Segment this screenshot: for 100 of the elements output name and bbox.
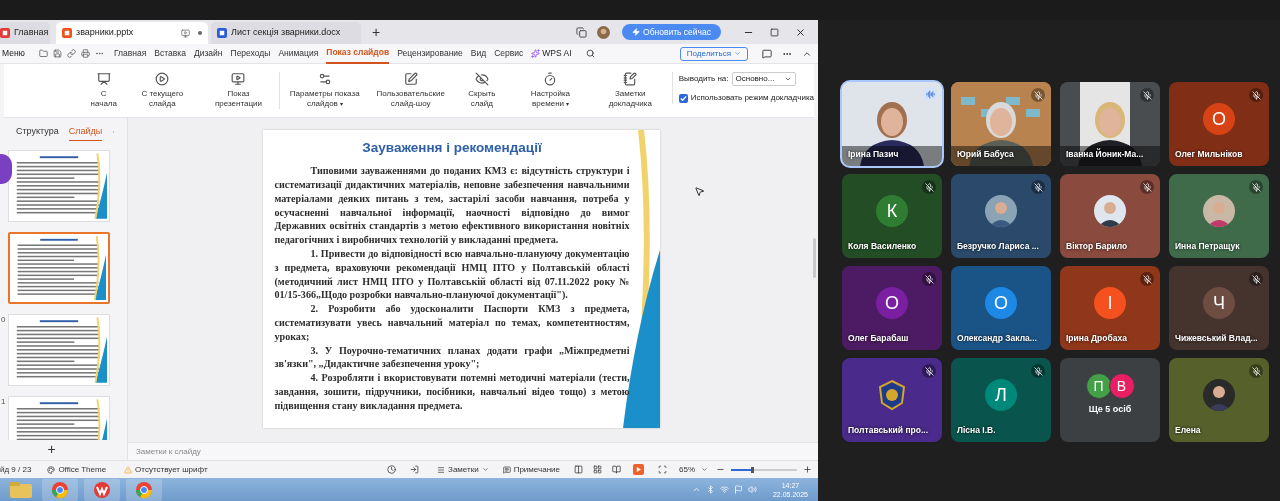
timing-icon — [543, 72, 558, 86]
document-tab[interactable]: Главная — [0, 22, 50, 44]
font-warning[interactable]: Отсутствует шрифт — [124, 463, 208, 476]
from-start-icon — [96, 72, 111, 86]
lines-icon — [437, 465, 446, 474]
document-tab[interactable]: Лист секція зварники.docx — [211, 22, 361, 44]
caret-icon[interactable] — [701, 466, 708, 473]
ribbon-tab[interactable]: Переходы — [230, 43, 271, 64]
notes-icon — [623, 72, 638, 86]
notes-field[interactable]: Заметки к слайду — [136, 445, 201, 458]
zoom-in-icon[interactable] — [803, 465, 812, 474]
document-tab[interactable]: зварники.pptx — [56, 22, 208, 44]
add-slide-button[interactable]: + — [47, 440, 56, 458]
print-icon[interactable] — [81, 49, 90, 58]
ribbon-tab[interactable]: Сервис — [494, 43, 524, 64]
ribbon-tab[interactable]: Главная — [114, 43, 147, 64]
save-icon[interactable] — [53, 49, 62, 58]
clock-icon[interactable] — [387, 465, 397, 474]
cursor-icon — [694, 186, 705, 197]
new-tab-button[interactable]: + — [369, 21, 384, 43]
checkbox[interactable] — [678, 93, 688, 103]
ribbon-tab[interactable]: Вид — [470, 43, 487, 64]
search-icon[interactable] — [585, 49, 595, 58]
avatar: Л — [985, 379, 1017, 411]
wps-icon[interactable] — [84, 478, 120, 501]
lightning-icon — [632, 28, 640, 36]
participant-tile[interactable]: Ч Чижевський Влад... — [1169, 266, 1269, 350]
zoom-value[interactable]: 65% — [679, 463, 695, 476]
participant-tile[interactable]: Безручко Лариса ... — [951, 174, 1051, 258]
from-current-icon — [155, 72, 170, 86]
present-icon — [231, 72, 246, 86]
participant-tile[interactable]: Елена — [1169, 358, 1269, 442]
menu-button[interactable]: Меню — [0, 47, 27, 60]
ribbon-button[interactable]: Заметки докладчика — [594, 72, 666, 109]
window-icon[interactable] — [576, 26, 587, 38]
check-icon — [679, 94, 687, 102]
participant-tile[interactable]: О Олег Мильніков — [1169, 82, 1269, 166]
participant-tile[interactable]: П В Ще 5 осіб — [1060, 358, 1160, 442]
fit-icon[interactable] — [658, 465, 667, 474]
panel-tab[interactable]: Слайды — [68, 123, 103, 141]
maximize-icon[interactable] — [770, 27, 779, 37]
ribbon-button[interactable]: С текущего слайда — [128, 72, 197, 109]
ribbon-button[interactable]: Пользовательские слайд-шоу — [371, 72, 450, 109]
ribbon-tab[interactable]: Дизайн — [193, 43, 223, 64]
avatar: О — [876, 287, 908, 319]
chrome-icon[interactable] — [42, 478, 78, 501]
participant-name: Лісна І.В. — [957, 424, 996, 437]
screen-icon[interactable] — [181, 28, 190, 38]
participant-name: Коля Василенко — [848, 240, 917, 253]
ribbon-tab[interactable]: Вставка — [154, 43, 186, 64]
grid-view-icon[interactable] — [593, 465, 602, 474]
open-icon[interactable] — [39, 49, 48, 58]
file-icon — [0, 28, 10, 38]
participant-tile[interactable]: Л Лісна І.В. — [951, 358, 1051, 442]
output-select[interactable]: Основно... — [731, 72, 796, 86]
reading-view-icon[interactable] — [612, 465, 621, 474]
ribbon-tab[interactable]: Рецензирование — [397, 43, 463, 64]
participant-tile[interactable]: О Олександр Закла... — [951, 266, 1051, 350]
hide-icon — [474, 72, 489, 86]
participant-tile[interactable]: Юрий Бабуса — [951, 82, 1051, 166]
more-icon[interactable] — [95, 49, 104, 58]
participant-tile[interactable]: К Коля Василенко — [842, 174, 942, 258]
settings-icon — [317, 72, 332, 86]
participant-name: Олег Барабаш — [848, 332, 909, 345]
play-button[interactable] — [633, 464, 644, 475]
zoom-slider[interactable] — [731, 468, 797, 471]
ribbon-button[interactable]: Показ презентации — [204, 72, 273, 109]
participant-tile[interactable]: Віктор Барило — [1060, 174, 1160, 258]
participant-tile[interactable]: І Ірина Дробаха — [1060, 266, 1160, 350]
comment-icon — [502, 465, 511, 474]
chrome-icon[interactable] — [126, 478, 162, 501]
panel-tab[interactable]: Структура — [16, 123, 59, 141]
participant-tile[interactable]: О Олег Барабаш — [842, 266, 942, 350]
ribbon-button[interactable]: Скрыть слайд — [457, 72, 506, 109]
slide-title: Зауваження і рекомендації — [361, 139, 543, 157]
participant-tile[interactable]: Инна Петращук — [1169, 174, 1269, 258]
avatar: П — [1085, 373, 1112, 400]
ai-button[interactable]: WPS AI — [531, 47, 572, 60]
output-label: Выводить на: — [678, 73, 729, 85]
scrollbar[interactable] — [813, 238, 816, 278]
caret-icon — [734, 50, 741, 57]
participant-name: Іванна Йоник-Ма... — [1066, 148, 1144, 161]
ribbon-button[interactable]: С начала — [87, 72, 121, 109]
ribbon-tab[interactable]: Анимация — [278, 43, 319, 64]
normal-view-icon[interactable] — [574, 465, 583, 474]
palette-icon — [47, 465, 56, 474]
emblem-icon — [876, 379, 908, 411]
link-icon[interactable] — [67, 49, 76, 58]
comment-icon[interactable] — [762, 48, 772, 59]
participant-name: Юрий Бабуса — [957, 148, 1014, 161]
enter-icon[interactable] — [410, 465, 420, 474]
participant-tile[interactable]: Іванна Йоник-Ма... — [1060, 82, 1160, 166]
close-icon[interactable] — [795, 26, 806, 38]
participant-tile[interactable]: Полтавський про... — [842, 358, 942, 442]
share-button[interactable]: Поделиться — [679, 46, 748, 61]
notes-button[interactable]: Заметки — [437, 463, 489, 476]
comment-button[interactable]: Примечание — [502, 463, 560, 476]
slide-thumbnail[interactable] — [8, 232, 110, 304]
avatar[interactable] — [597, 25, 610, 39]
warning-icon — [124, 465, 133, 474]
